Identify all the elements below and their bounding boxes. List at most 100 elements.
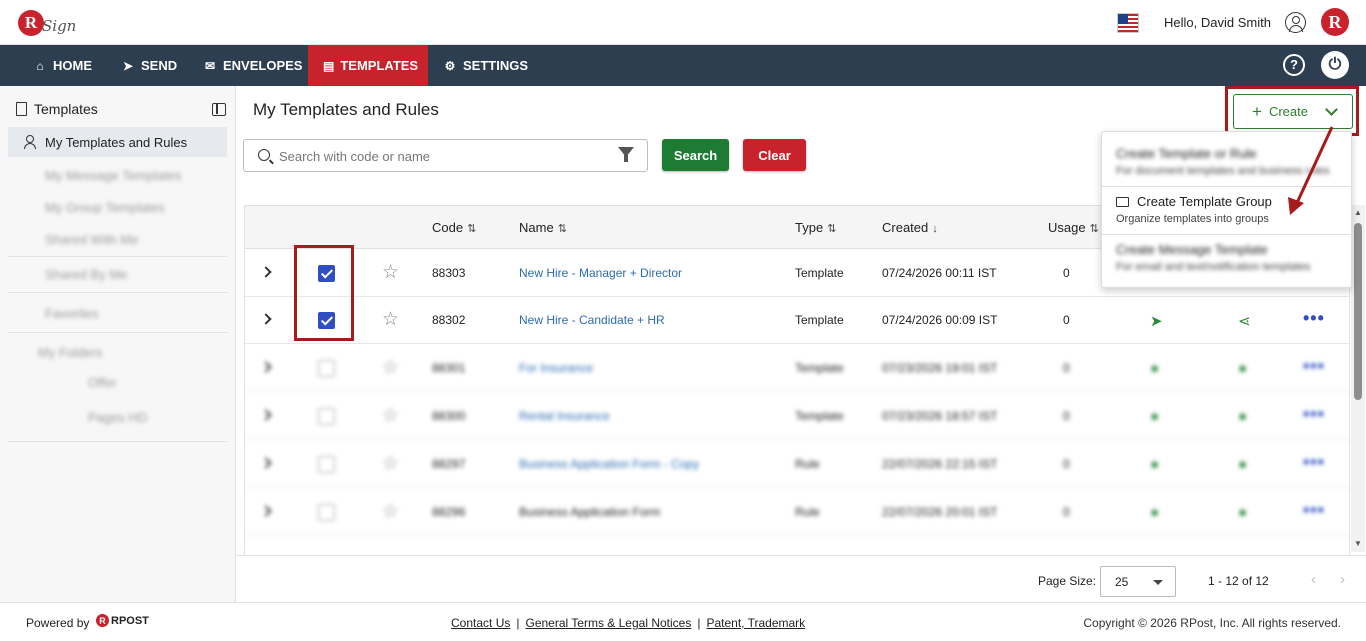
brand-logo[interactable]: R <box>1321 8 1349 36</box>
language-flag-icon[interactable] <box>1117 13 1139 33</box>
star-icon[interactable]: ☆ <box>382 452 399 475</box>
chevron-left-icon[interactable]: ‹ <box>1311 571 1316 588</box>
row-checkbox[interactable] <box>318 408 335 425</box>
table-row[interactable] <box>245 536 1349 555</box>
star-icon[interactable]: ☆ <box>382 500 399 523</box>
sidebar-folder-item[interactable]: Pages HD <box>8 402 227 432</box>
menu-item-create-message-template[interactable]: Create Message Template For email and te… <box>1102 242 1353 273</box>
row-checkbox[interactable] <box>318 360 335 377</box>
nav-settings[interactable]: ⚙ SETTINGS <box>428 45 543 86</box>
rsign-logo[interactable]: R Sign <box>18 7 76 39</box>
nav-envelopes[interactable]: ✉ ENVELOPES <box>188 45 317 86</box>
clear-button[interactable]: Clear <box>743 139 806 171</box>
menu-item-subtitle: For email and text/notification template… <box>1116 261 1311 273</box>
table-row[interactable]: ☆ 88296 Business Application Form Rule 2… <box>245 488 1349 536</box>
filter-icon[interactable] <box>618 147 634 162</box>
share-icon[interactable]: ● <box>1238 360 1254 377</box>
expand-row-icon[interactable] <box>260 457 272 469</box>
sidebar-item-message-templates[interactable]: My Message Templates <box>8 160 227 190</box>
sidebar: Templates My Templates and Rules My Mess… <box>0 86 236 602</box>
more-options-icon[interactable]: ••• <box>1303 452 1325 473</box>
more-options-icon[interactable]: ••• <box>1303 308 1325 329</box>
nav-send[interactable]: ➤ SEND <box>106 45 192 86</box>
expand-row-icon[interactable] <box>260 409 272 421</box>
collapse-sidebar-icon[interactable] <box>212 103 226 116</box>
expand-row-icon[interactable] <box>260 505 272 517</box>
sidebar-folders-label: My Folders <box>38 344 103 360</box>
cell-name-link[interactable]: New Hire - Candidate + HR <box>519 313 665 327</box>
sidebar-item-shared-with-me[interactable]: Shared With Me <box>8 224 227 254</box>
sidebar-item-my-templates[interactable]: My Templates and Rules <box>8 127 227 157</box>
cell-name-link[interactable]: Business Application Form - Copy <box>519 457 699 471</box>
top-header: R Sign Hello, David Smith R <box>0 0 1366 45</box>
terms-link[interactable]: General Terms & Legal Notices <box>525 616 691 630</box>
cell-name-link[interactable]: For Insurance <box>519 361 593 375</box>
star-icon[interactable]: ☆ <box>382 308 399 331</box>
share-icon[interactable]: ● <box>1238 408 1254 425</box>
send-icon[interactable]: ● <box>1150 408 1166 425</box>
share-icon[interactable]: ● <box>1238 456 1254 473</box>
page-footer: Powered by R RPOST Contact Us | General Te… <box>0 602 1366 641</box>
cell-name-link[interactable]: Rental Insurance <box>519 409 610 423</box>
table-row[interactable]: ☆ 88300 Rental Insurance Template 07/23/… <box>245 392 1349 440</box>
more-options-icon[interactable]: ••• <box>1303 500 1325 521</box>
page-size-select[interactable]: 25 <box>1100 566 1176 597</box>
table-row[interactable]: ☆ 88302 New Hire - Candidate + HR Templa… <box>245 296 1349 344</box>
expand-row-icon[interactable] <box>260 266 272 278</box>
table-row[interactable]: ☆ 88297 Business Application Form - Copy… <box>245 440 1349 488</box>
sidebar-folder-item[interactable]: Offer <box>8 367 227 397</box>
home-icon: ⌂ <box>36 58 44 73</box>
expand-row-icon[interactable] <box>260 361 272 373</box>
nav-templates-label: TEMPLATES <box>340 58 419 73</box>
column-header-type[interactable]: Type ⇅ <box>795 220 836 235</box>
help-icon[interactable]: ? <box>1283 54 1305 76</box>
cell-created: 22/07/2026 20:01 IST <box>882 505 998 519</box>
row-checkbox[interactable] <box>318 504 335 521</box>
share-icon[interactable]: ⋖ <box>1238 312 1254 330</box>
star-icon[interactable]: ☆ <box>382 356 399 379</box>
sidebar-folders-heading[interactable]: My Folders <box>8 337 227 367</box>
sidebar-divider <box>8 441 227 442</box>
document-icon <box>16 102 27 116</box>
cell-name-link[interactable]: Business Application Form <box>519 505 660 519</box>
column-header-name[interactable]: Name ⇅ <box>519 220 567 235</box>
sidebar-item-favorites[interactable]: Favorites <box>8 298 227 328</box>
cell-name-link[interactable]: New Hire - Manager + Director <box>519 266 682 280</box>
column-header-code[interactable]: Code ⇅ <box>432 220 476 235</box>
contact-us-link[interactable]: Contact Us <box>451 616 510 630</box>
search-button[interactable]: Search <box>662 139 729 171</box>
user-profile-icon[interactable] <box>1285 12 1306 33</box>
scroll-up-icon[interactable]: ▲ <box>1354 208 1362 217</box>
star-icon[interactable]: ☆ <box>382 404 399 427</box>
nav-home[interactable]: ⌂ HOME <box>18 45 107 86</box>
search-input[interactable] <box>279 146 609 166</box>
send-icon[interactable]: ● <box>1150 456 1166 473</box>
expand-row-icon[interactable] <box>260 313 272 325</box>
column-header-created[interactable]: Created ↓ <box>882 220 938 235</box>
nav-templates[interactable]: ▤ TEMPLATES <box>308 45 428 86</box>
more-options-icon[interactable]: ••• <box>1303 404 1325 425</box>
cell-type: Rule <box>795 505 820 519</box>
cell-type: Template <box>795 266 844 280</box>
nav-envelopes-label: ENVELOPES <box>223 58 303 73</box>
chevron-right-icon[interactable]: › <box>1340 571 1345 588</box>
send-icon[interactable]: ➤ <box>1150 312 1166 330</box>
send-icon[interactable]: ● <box>1150 360 1166 377</box>
send-icon[interactable]: ● <box>1150 504 1166 521</box>
row-checkbox[interactable] <box>318 456 335 473</box>
more-options-icon[interactable]: ••• <box>1303 356 1325 377</box>
cell-type: Rule <box>795 457 820 471</box>
column-header-usage[interactable]: Usage ⇅ <box>1048 220 1099 235</box>
table-row[interactable]: ☆ 88301 For Insurance Template 07/23/202… <box>245 344 1349 392</box>
sidebar-item-shared-by-me[interactable]: Shared By Me <box>8 259 227 289</box>
share-icon[interactable]: ● <box>1238 504 1254 521</box>
star-icon[interactable]: ☆ <box>382 261 399 284</box>
scrollbar-thumb[interactable] <box>1354 223 1362 400</box>
patent-link[interactable]: Patent, Trademark <box>706 616 805 630</box>
cell-code: 88303 <box>432 266 466 280</box>
scroll-down-icon[interactable]: ▼ <box>1354 539 1362 548</box>
power-icon[interactable]: ⏻ <box>1321 51 1349 79</box>
cell-code: 88301 <box>432 361 466 375</box>
sidebar-item-group-templates[interactable]: My Group Templates <box>8 192 227 222</box>
sidebar-item-label: My Message Templates <box>45 167 182 183</box>
